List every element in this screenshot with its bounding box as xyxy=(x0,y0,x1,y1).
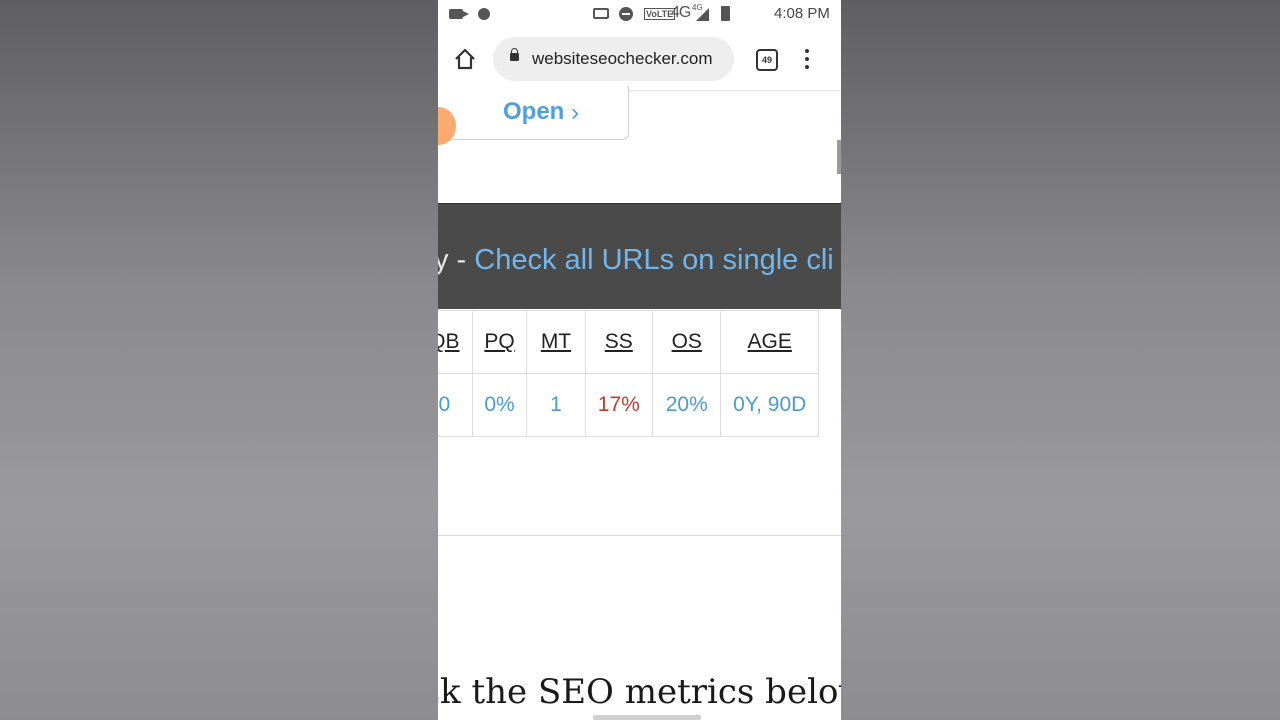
cast-icon xyxy=(593,8,609,19)
open-button[interactable]: Open › xyxy=(438,86,629,140)
browser-toolbar: websiteseochecker.com 49 xyxy=(438,28,841,90)
column-header[interactable]: QB xyxy=(438,310,473,374)
table-header-row: QB PQ MT SS OS AGE xyxy=(438,310,819,374)
column-header[interactable]: PQ xyxy=(471,310,528,374)
status-bar: VoLTE 4G 4G 4:08 PM xyxy=(438,0,841,28)
status-time: 4:08 PM xyxy=(774,5,830,22)
network-type: 4G xyxy=(671,4,691,21)
promo-banner: y - Check all URLs on single cli xyxy=(438,203,841,309)
section-heading: ck the SEO metrics below xyxy=(438,672,841,712)
lock-icon xyxy=(510,48,519,61)
dnd-icon xyxy=(619,7,633,21)
banner-prefix: y - xyxy=(438,244,475,276)
column-header[interactable]: SS xyxy=(584,310,654,374)
check-all-urls-link[interactable]: Check all URLs on single cli xyxy=(474,244,833,276)
scrollbar[interactable] xyxy=(837,140,841,174)
table-cell: 0% xyxy=(471,373,528,437)
divider xyxy=(438,535,841,536)
home-icon[interactable] xyxy=(454,48,476,70)
url-text[interactable]: websiteseochecker.com xyxy=(532,49,712,69)
table-cell: 0 xyxy=(438,373,473,437)
column-header[interactable]: AGE xyxy=(720,310,819,374)
column-header[interactable]: MT xyxy=(526,310,586,374)
address-bar[interactable]: websiteseochecker.com xyxy=(493,37,734,81)
signal-icon xyxy=(696,8,709,21)
home-indicator[interactable] xyxy=(593,715,701,720)
seo-metrics-table: QB PQ MT SS OS AGE 0 0% 1 17% 20% 0Y, 90… xyxy=(438,310,819,437)
table-cell: 20% xyxy=(652,373,722,437)
column-header[interactable]: OS xyxy=(652,310,722,374)
menu-icon[interactable] xyxy=(805,49,809,69)
chevron-right-icon: › xyxy=(571,99,579,126)
table-cell: 17% xyxy=(584,373,654,437)
tabs-icon[interactable]: 49 xyxy=(756,49,778,71)
chat-icon xyxy=(478,8,490,20)
background-left xyxy=(0,0,438,720)
table-cell: 0Y, 90D xyxy=(720,373,819,437)
table-cell: 1 xyxy=(526,373,586,437)
background-right xyxy=(841,0,1280,720)
open-button-label: Open xyxy=(503,98,565,125)
phone-screen: VoLTE 4G 4G 4:08 PM websiteseochecker.co… xyxy=(438,0,841,720)
battery-icon xyxy=(721,6,730,21)
banner-text: y - Check all URLs on single cli xyxy=(438,244,834,277)
table-row: 0 0% 1 17% 20% 0Y, 90D xyxy=(438,373,819,437)
video-icon xyxy=(449,9,469,19)
